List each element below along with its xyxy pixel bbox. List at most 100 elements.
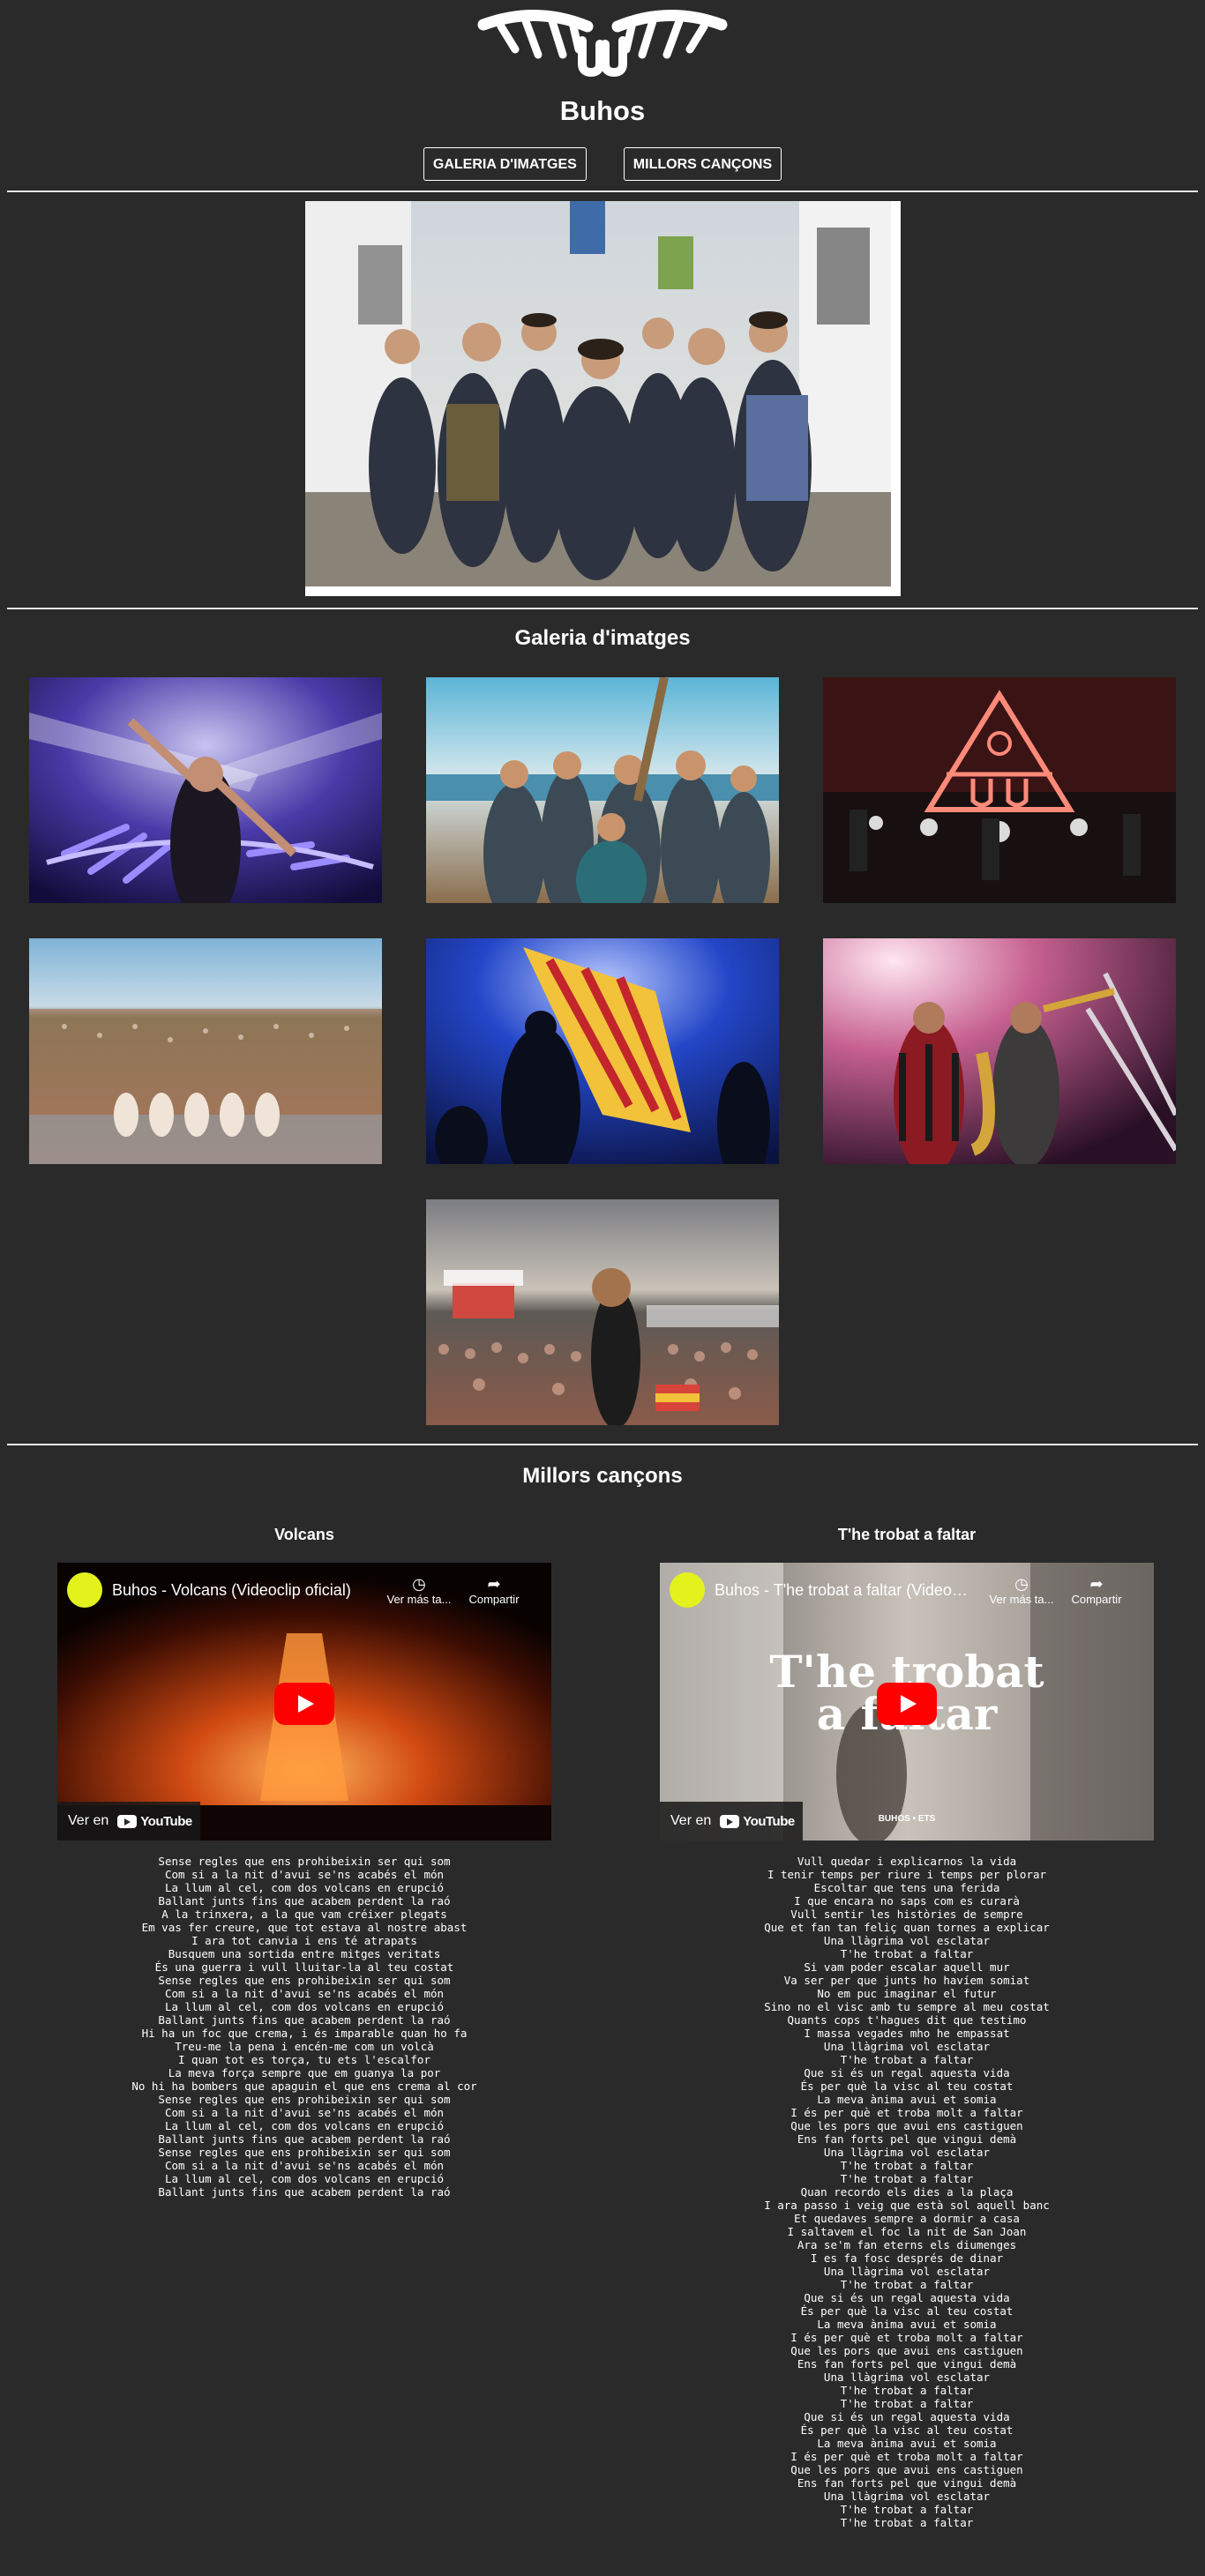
divider <box>7 190 1198 192</box>
lyric-line: És per què la visc al teu costat <box>800 2304 1014 2318</box>
youtube-play-icon[interactable] <box>877 1683 937 1725</box>
lyric-line: I tenir temps per riure i temps per plor… <box>767 1868 1047 1881</box>
lyric-line: T'he trobat a faltar <box>840 2503 974 2516</box>
gallery-image[interactable] <box>29 938 382 1164</box>
watch-on-youtube-button[interactable]: Ver en YouTube <box>57 1802 200 1841</box>
lyric-line: Em vas fer creure, que tot estava al nos… <box>141 1921 468 1934</box>
share-button[interactable]: ➦ Compartir <box>459 1575 529 1606</box>
lyric-line: Que les pors que avui ens castiguen <box>790 2463 1023 2476</box>
video-title[interactable]: Buhos - Volcans (Videoclip oficial) <box>112 1581 351 1600</box>
lyric-line: La llum al cel, com dos volcans en erupc… <box>164 2000 445 2013</box>
lyric-line: Treu-me la pena i encén-me com un volcà <box>175 2040 434 2053</box>
lyric-line: Si vam poder escalar aquell mur <box>804 1960 1010 1974</box>
watch-later-button[interactable]: ◷ Ver más ta... <box>986 1575 1057 1606</box>
youtube-logo-icon: YouTube <box>117 1814 192 1829</box>
clock-icon: ◷ <box>412 1575 426 1593</box>
lyric-line: I és per què et troba molt a faltar <box>790 2331 1023 2344</box>
lyric-line: No hi ha bombers que apaguin el que ens … <box>131 2079 477 2093</box>
lyric-line: I és per què et troba molt a faltar <box>790 2106 1023 2119</box>
lyric-line: Ballant junts fins que acabem perdent la… <box>158 1894 451 1908</box>
lyric-line: Ballant junts fins que acabem perdent la… <box>158 2132 451 2146</box>
lyric-line: Ballant junts fins que acabem perdent la… <box>158 2013 451 2027</box>
clock-icon: ◷ <box>1014 1575 1029 1593</box>
watch-later-button[interactable]: ◷ Ver más ta... <box>384 1575 454 1606</box>
gallery-image[interactable] <box>426 1199 779 1425</box>
lyric-line: Sense regles que ens prohibeixin ser qui… <box>158 2146 451 2159</box>
lyric-line: Vull quedar i explicarnos la vida <box>797 1855 1017 1868</box>
youtube-embed[interactable]: Buhos - Volcans (Videoclip oficial) ◷ Ve… <box>57 1563 551 1841</box>
channel-avatar[interactable] <box>670 1572 705 1608</box>
lyric-line: Que les pors que avui ens castiguen <box>790 2119 1023 2132</box>
lyric-line: T'he trobat a faltar <box>840 1947 974 1960</box>
lyric-line: I saltavem el foc la nit de San Joan <box>787 2225 1027 2238</box>
song-lyrics: Vull quedar i explicarnos la vida I tenir… <box>609 1855 1205 2529</box>
gallery-image[interactable] <box>823 677 1176 903</box>
lyric-line: I massa vegades mho he empassat <box>804 2027 1010 2040</box>
lyric-line: És una guerra i vull lluitar-la al teu c… <box>154 1960 454 1974</box>
lyric-line: I és per què et troba molt a faltar <box>790 2450 1023 2463</box>
channel-avatar[interactable] <box>67 1572 102 1608</box>
lyric-line: Va ser per que junts ho havíem somiat <box>783 1974 1030 1987</box>
lyric-line: Escoltar que tens una ferida <box>813 1881 1000 1894</box>
video-title[interactable]: Buhos - T'he trobat a faltar (Videocli..… <box>715 1581 970 1600</box>
song-title: T'he trobat a faltar <box>837 1526 977 1543</box>
lyric-line: I que encara no saps com es curarà <box>794 1894 1020 1908</box>
lyric-line: Una llàgrima vol esclatar <box>823 2146 991 2159</box>
lyric-line: I es fa fosc després de dinar <box>810 2251 1004 2265</box>
share-arrow-icon: ➦ <box>487 1575 501 1593</box>
lyric-line: La llum al cel, com dos volcans en erupc… <box>164 2172 445 2185</box>
lyric-line: I ara passo i veig que està sol aquell b… <box>764 2199 1050 2212</box>
gallery-image[interactable] <box>426 938 779 1164</box>
lyric-line: Una llàgrima vol esclatar <box>823 2371 991 2384</box>
share-arrow-icon: ➦ <box>1089 1575 1104 1593</box>
lyric-line: La llum al cel, com dos volcans en erupc… <box>164 2119 445 2132</box>
gallery-image[interactable] <box>823 938 1176 1164</box>
lyric-line: T'he trobat a faltar <box>840 2053 974 2066</box>
song-card: T'he trobat a faltar Buhos - T'he trobat… <box>609 1526 1205 2529</box>
lyric-line: Ens fan forts pel que vingui demà <box>797 2132 1017 2146</box>
share-button[interactable]: ➦ Compartir <box>1061 1575 1132 1606</box>
lyric-line: La meva ànima avui et somia <box>817 2093 997 2106</box>
image-gallery <box>0 677 1205 1445</box>
lyric-line: Hi ha un foc que crema, i és imparable q… <box>141 2027 468 2040</box>
lyric-line: Quants cops t'hagues dit que testimo <box>787 2013 1027 2027</box>
main-nav: GALERIA D'IMATGES MILLORS CANÇONS <box>0 147 1205 181</box>
song-title: Volcans <box>274 1526 334 1543</box>
gallery-heading: Galeria d'imatges <box>514 626 691 650</box>
lyric-line: I ara tot canvia i ens té atrapats <box>191 1934 417 1947</box>
youtube-play-icon[interactable] <box>274 1683 334 1725</box>
lyric-line: T'he trobat a faltar <box>840 2397 974 2410</box>
nav-gallery-button[interactable]: GALERIA D'IMATGES <box>423 147 587 181</box>
gallery-image[interactable] <box>29 677 382 903</box>
lyric-line: I quan tot es torça, tu ets l'escalfor <box>178 2053 430 2066</box>
song-card: Volcans Buhos - Volcans (Videoclip ofici… <box>0 1526 609 2529</box>
lyric-line: Com si a la nit d'avui se'ns acabés el m… <box>164 2159 445 2172</box>
lyric-line: Ens fan forts pel que vingui demà <box>797 2357 1017 2371</box>
lyric-line: La llum al cel, com dos volcans en erupc… <box>164 1881 445 1894</box>
lyric-line: És per què la visc al teu costat <box>800 2079 1014 2093</box>
lyric-line: Sino no el visc amb tu sempre al meu cos… <box>764 2000 1050 2013</box>
songs-heading: Millors cançons <box>522 1464 683 1488</box>
hero-image-frame <box>304 201 901 596</box>
lyric-line: La meva ànima avui et somia <box>817 2437 997 2450</box>
lyric-line: Sense regles que ens prohibeixin ser qui… <box>158 1855 451 1868</box>
watch-on-youtube-button[interactable]: Ver en YouTube <box>660 1802 803 1841</box>
lyric-line: Ara se'm fan eterns els diumenges <box>797 2238 1017 2251</box>
lyric-line: Que les pors que avui ens castiguen <box>790 2344 1023 2357</box>
lyric-line: Sense regles que ens prohibeixin ser qui… <box>158 2093 451 2106</box>
lyric-line: Que si és un regal aquesta vida <box>804 2291 1010 2304</box>
gallery-image[interactable] <box>426 677 779 903</box>
lyric-line: Una llàgrima vol esclatar <box>823 1934 991 1947</box>
lyric-line: És per què la visc al teu costat <box>800 2423 1014 2437</box>
nav-songs-button[interactable]: MILLORS CANÇONS <box>623 147 782 181</box>
lyric-line: Ens fan forts pel que vingui demà <box>797 2476 1017 2490</box>
lyric-line: Que si és un regal aquesta vida <box>804 2066 1010 2079</box>
lyric-line: No em puc imaginar el futur <box>817 1987 997 2000</box>
band-photo <box>304 201 891 586</box>
lyric-line: T'he trobat a faltar <box>840 2516 974 2529</box>
owl-eyes-logo <box>477 10 728 78</box>
lyric-line: Com si a la nit d'avui se'ns acabés el m… <box>164 2106 445 2119</box>
songs-list: Volcans Buhos - Volcans (Videoclip ofici… <box>0 1526 1205 2529</box>
youtube-embed[interactable]: Buhos - T'he trobat a faltar (Videocli..… <box>660 1563 1154 1841</box>
lyric-line: Una llàgrima vol esclatar <box>823 2490 991 2503</box>
